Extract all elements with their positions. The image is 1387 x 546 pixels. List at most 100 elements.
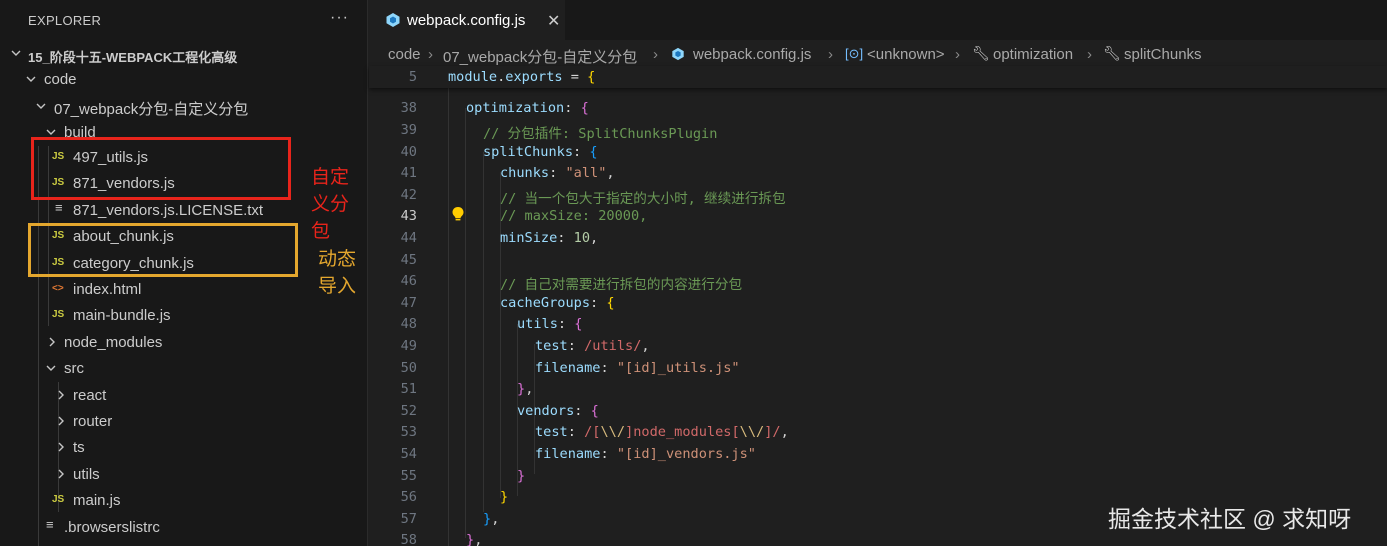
line-number: 47 <box>400 295 417 311</box>
chevron-right-icon: › <box>428 46 433 63</box>
tree-folder-code[interactable]: code <box>0 67 367 93</box>
line-number: 44 <box>400 230 417 246</box>
tree-folder-webpack[interactable]: 07_webpack分包-自定义分包 <box>0 94 367 120</box>
chevron-right-icon <box>55 387 67 403</box>
tree-file-index-html[interactable]: <> index.html <box>0 277 367 303</box>
tree-label: 15_阶段十五-WEBPACK工程化高级 <box>28 50 238 65</box>
chevron-down-icon <box>25 71 37 87</box>
indent-guide <box>483 152 484 512</box>
code-area[interactable]: 5 module.exports = { 38 39 40 41 42 43 4… <box>369 66 1387 546</box>
line-number: 48 <box>400 316 417 332</box>
dynamic-import-highlight <box>28 223 298 277</box>
tab-webpack-config[interactable]: webpack.config.js ✕ <box>369 0 565 40</box>
text-file-icon: ≡ <box>55 200 63 215</box>
lightbulb-icon[interactable] <box>451 206 465 226</box>
tab-bar: webpack.config.js ✕ <box>369 0 1387 40</box>
line-number: 55 <box>400 468 417 484</box>
text-file-icon: ≡ <box>46 517 54 532</box>
code-line: vendors: { <box>517 403 599 419</box>
variable-icon: [⊙] <box>845 46 864 61</box>
line-number: 49 <box>400 338 417 354</box>
line-number: 54 <box>400 446 417 462</box>
code-line: minSize: 10, <box>500 230 599 246</box>
tree-folder-src[interactable]: src <box>0 356 367 382</box>
code-line: }, <box>466 532 483 546</box>
breadcrumb-item-code[interactable]: code <box>388 46 421 63</box>
line-number: 39 <box>400 122 417 138</box>
wrench-icon: 🔧︎ <box>1103 45 1121 61</box>
chevron-right-icon <box>55 466 67 482</box>
line-number: 58 <box>400 532 417 546</box>
code-line: // 当一个包大于指定的大小时, 继续进行拆包 <box>500 191 786 207</box>
breadcrumb-item-folder[interactable]: 07_webpack分包-自定义分包 <box>443 46 637 67</box>
breadcrumb-item-optimization[interactable]: optimization <box>993 46 1073 63</box>
ellipsis-icon[interactable]: ··· <box>330 9 349 27</box>
code-line: // 分包插件: SplitChunksPlugin <box>483 126 718 142</box>
line-number: 38 <box>400 100 417 116</box>
code-line: }, <box>517 381 534 397</box>
line-number: 42 <box>400 187 417 203</box>
tree-folder-router[interactable]: router <box>0 409 367 435</box>
code-line: test: /utils/, <box>535 338 650 354</box>
tree-label: 07_webpack分包-自定义分包 <box>54 101 249 118</box>
javascript-file-icon: JS <box>52 494 65 505</box>
line-number: 41 <box>400 165 417 181</box>
code-line: optimization: { <box>466 100 589 116</box>
code-line: splitChunks: { <box>483 144 598 160</box>
chevron-right-icon <box>46 334 58 350</box>
chevron-right-icon: › <box>1087 46 1092 63</box>
line-number: 5 <box>408 69 417 85</box>
sticky-scroll-header[interactable]: 5 module.exports = { <box>369 66 1387 88</box>
line-number: 53 <box>400 424 417 440</box>
tree-file-main-js[interactable]: JS main.js <box>0 488 367 514</box>
tree-folder-ts[interactable]: ts <box>0 435 367 461</box>
tab-label: webpack.config.js <box>407 12 526 29</box>
chevron-right-icon <box>55 413 67 429</box>
breadcrumb-item-unknown[interactable]: <unknown> <box>867 46 945 63</box>
watermark: 掘金技术社区 @ 求知呀 <box>1108 506 1352 532</box>
tree-folder-react[interactable]: react <box>0 383 367 409</box>
breadcrumb-item-file[interactable]: webpack.config.js <box>693 46 811 63</box>
code-line: filename: "[id]_vendors.js" <box>535 446 756 462</box>
line-number: 45 <box>400 252 417 268</box>
line-number: 52 <box>400 403 417 419</box>
code-line: }, <box>483 511 500 527</box>
explorer-title: EXPLORER <box>28 13 102 28</box>
dynamic-import-annotation: 动态导入 <box>318 249 357 297</box>
code-line: filename: "[id]_utils.js" <box>535 360 740 376</box>
line-number: 40 <box>400 144 417 160</box>
tree-label: main.js <box>73 492 121 509</box>
tree-label: ts <box>73 439 85 456</box>
close-icon[interactable]: ✕ <box>547 11 560 31</box>
tree-label: main-bundle.js <box>73 307 171 324</box>
chevron-down-icon <box>45 360 57 376</box>
tree-file-browserslistrc[interactable]: ≡ .browserslistrc <box>0 515 367 541</box>
webpack-icon <box>385 12 401 28</box>
indent-guide <box>465 108 466 538</box>
editor-pane: webpack.config.js ✕ code › 07_webpack分包-… <box>369 0 1387 546</box>
chevron-right-icon: › <box>653 46 658 63</box>
tree-label: .browserslistrc <box>64 519 160 536</box>
webpack-icon <box>671 47 685 65</box>
breadcrumb-item-splitchunks[interactable]: splitChunks <box>1124 46 1202 63</box>
tree-label: index.html <box>73 281 142 298</box>
tree-folder-utils[interactable]: utils <box>0 462 367 488</box>
tree-label: code <box>44 71 77 88</box>
tree-folder-root[interactable]: 15_阶段十五-WEBPACK工程化高级 <box>0 41 367 67</box>
tree-label: 871_vendors.js.LICENSE.txt <box>73 202 264 219</box>
html-file-icon: <> <box>52 283 64 294</box>
tree-file-main-bundle[interactable]: JS main-bundle.js <box>0 303 367 329</box>
javascript-file-icon: JS <box>52 309 65 320</box>
line-number: 57 <box>400 511 417 527</box>
code-line: module.exports = { <box>448 69 596 85</box>
tree-label: utils <box>73 466 100 483</box>
tree-label: src <box>64 360 84 377</box>
custom-split-annotation: 自定义分包 <box>311 167 350 242</box>
line-number: 50 <box>400 360 417 376</box>
code-line: cacheGroups: { <box>500 295 615 311</box>
custom-split-highlight <box>31 137 291 200</box>
tree-label: node_modules <box>64 334 163 351</box>
tree-folder-node-modules[interactable]: node_modules <box>0 330 367 356</box>
code-line: chunks: "all", <box>500 165 615 181</box>
explorer-sidebar: EXPLORER ··· 15_阶段十五-WEBPACK工程化高级 code 0… <box>0 0 368 546</box>
